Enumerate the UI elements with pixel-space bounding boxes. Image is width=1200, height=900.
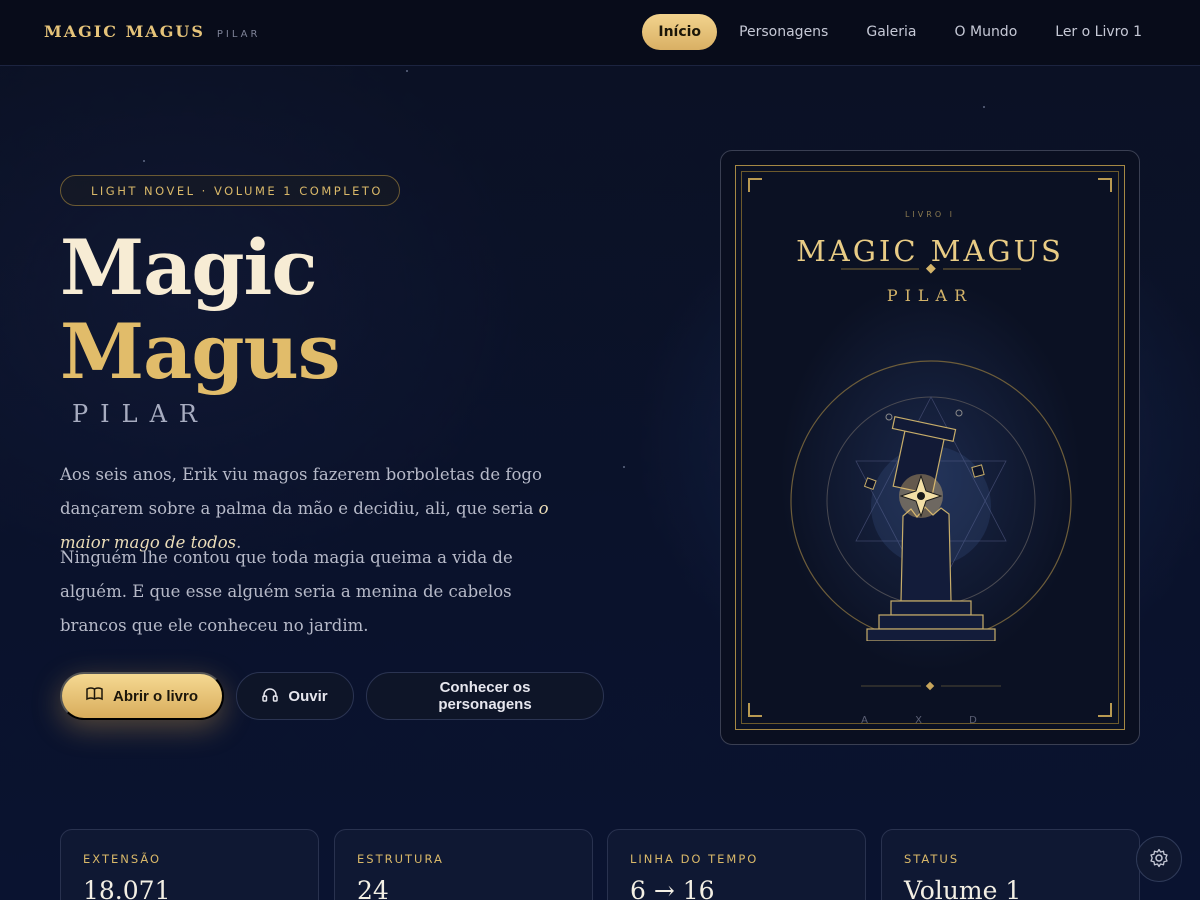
main-nav: Início Personagens Galeria O Mundo Ler o… <box>642 14 1158 50</box>
background-star <box>143 160 145 162</box>
cover-runes: A X D <box>861 715 999 726</box>
hero-subtitle: PILAR <box>72 400 209 428</box>
stat-label: EXTENSÃO <box>83 852 162 866</box>
open-book-button[interactable]: Abrir o livro <box>60 672 224 720</box>
listen-button[interactable]: Ouvir <box>236 672 354 720</box>
stat-value: 6 → 16 <box>630 876 715 900</box>
hero-badge: LIGHT NOVEL · VOLUME 1 COMPLETO <box>60 175 400 206</box>
gear-icon <box>1149 848 1169 871</box>
headphones-icon <box>262 687 279 706</box>
stat-card-estrutura: ESTRUTURA 24 <box>334 829 593 900</box>
listen-label: Ouvir <box>288 687 328 705</box>
hero-title-line1: Magic <box>60 223 318 312</box>
hero-paragraph-2: Ninguém lhe contou que toda magia queima… <box>60 548 513 635</box>
hero-title-line2: Magus <box>60 307 341 396</box>
background-star <box>406 70 408 72</box>
open-book-label: Abrir o livro <box>113 687 199 705</box>
cover-corner <box>1098 178 1112 192</box>
stat-card-linha-do-tempo: LINHA DO TEMPO 6 → 16 <box>607 829 866 900</box>
stat-label: STATUS <box>904 852 960 866</box>
paragraph-text: Aos seis anos, Erik viu magos fazerem bo… <box>60 465 542 518</box>
nav-item-ler-livro[interactable]: Ler o Livro 1 <box>1039 14 1158 50</box>
settings-button[interactable] <box>1136 836 1182 882</box>
stat-value: Volume 1 <box>904 876 1022 900</box>
brand-name: MAGIC MAGUS <box>44 22 205 41</box>
stat-card-extensao: EXTENSÃO 18.071 <box>60 829 319 900</box>
cover-subtitle: PILAR <box>886 286 974 305</box>
cover-corner <box>748 178 762 192</box>
stat-label: LINHA DO TEMPO <box>630 852 759 866</box>
book-cover: LIVRO I MAGIC MAGUS PILAR A X D <box>735 165 1125 730</box>
cover-title: MAGIC MAGUS <box>796 234 1064 268</box>
stat-label: ESTRUTURA <box>357 852 444 866</box>
brand-logo[interactable]: MAGIC MAGUS PILAR <box>44 22 260 41</box>
background-star <box>983 106 985 108</box>
background-star <box>623 466 625 468</box>
nav-item-galeria[interactable]: Galeria <box>850 14 932 50</box>
nav-item-personagens[interactable]: Personagens <box>723 14 844 50</box>
cover-kicker: LIVRO I <box>904 210 956 219</box>
hero-title: Magic Magus <box>60 223 341 396</box>
cover-bottom-ornament <box>861 681 1001 691</box>
nav-item-inicio[interactable]: Início <box>642 14 718 50</box>
book-cover-card[interactable]: LIVRO I MAGIC MAGUS PILAR A X D <box>720 150 1140 745</box>
stat-card-status: STATUS Volume 1 <box>881 829 1140 900</box>
book-open-icon <box>86 687 103 705</box>
top-navigation-bar: MAGIC MAGUS PILAR Início Personagens Gal… <box>0 0 1200 66</box>
pillar-illustration <box>790 360 1072 641</box>
nav-item-o-mundo[interactable]: O Mundo <box>939 14 1034 50</box>
meet-characters-button[interactable]: Conhecer os personagens <box>366 672 604 720</box>
brand-subtitle: PILAR <box>216 29 261 40</box>
cover-divider-ornament <box>841 264 1021 274</box>
stat-value: 18.071 <box>83 876 171 900</box>
stat-value: 24 <box>357 876 389 900</box>
